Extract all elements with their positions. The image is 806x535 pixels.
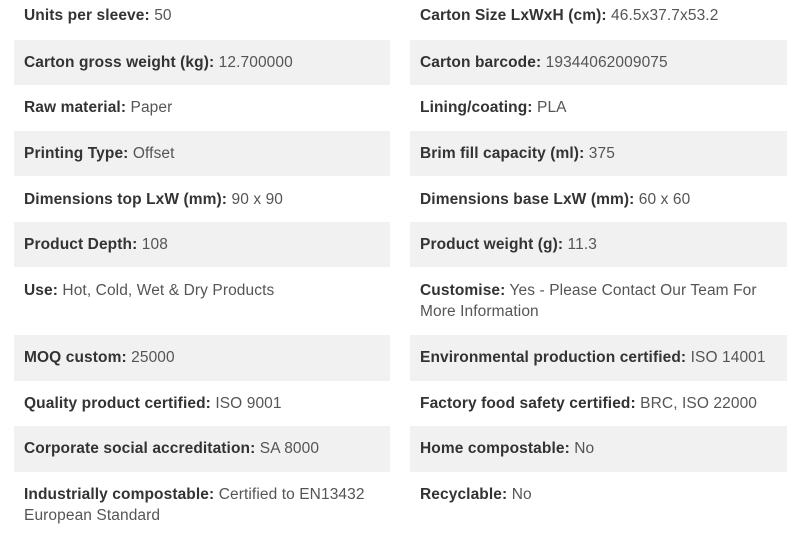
spec-recyclable: Recyclable: No — [410, 472, 787, 535]
spec-value: Paper — [130, 99, 173, 116]
spec-dimensions-base: Dimensions base LxW (mm): 60 x 60 — [410, 176, 787, 222]
spec-label: Home compostable: — [420, 440, 570, 457]
spec-label: Corporate social accreditation: — [24, 440, 256, 457]
spec-label: Carton gross weight (kg): — [24, 54, 215, 71]
spec-value: PLA — [537, 99, 567, 116]
spec-social-accreditation: Corporate social accreditation: SA 8000 — [14, 426, 390, 472]
spec-label: Printing Type: — [24, 145, 129, 162]
spec-label: Carton Size LxWxH (cm): — [420, 7, 607, 24]
spec-value: 12.700000 — [218, 54, 293, 71]
spec-food-safety-certified: Factory food safety certified: BRC, ISO … — [410, 381, 787, 426]
spec-label: MOQ custom: — [24, 349, 127, 366]
spec-value: 375 — [588, 145, 615, 162]
spec-value: No — [511, 486, 532, 503]
spec-label: Dimensions base LxW (mm): — [420, 191, 635, 208]
spec-label: Lining/coating: — [420, 99, 533, 116]
spec-value: 50 — [154, 7, 172, 24]
spec-label: Dimensions top LxW (mm): — [24, 191, 228, 208]
spec-label: Raw material: — [24, 99, 127, 116]
spec-label: Product Depth: — [24, 236, 138, 253]
spec-moq-custom: MOQ custom: 25000 — [14, 335, 390, 381]
spec-value: 108 — [141, 236, 168, 253]
spec-label: Factory food safety certified: — [420, 395, 636, 412]
spec-value: 25000 — [131, 349, 175, 366]
spec-environmental-certified: Environmental production certified: ISO … — [410, 335, 787, 381]
spec-value: 46.5x37.7x53.2 — [611, 7, 719, 24]
spec-value: 19344062009075 — [545, 54, 668, 71]
spec-carton-gross-weight: Carton gross weight (kg): 12.700000 — [14, 40, 390, 85]
spec-value: Offset — [132, 145, 175, 162]
spec-use: Use: Hot, Cold, Wet & Dry Products — [14, 267, 390, 335]
spec-industrially-compostable: Industrially compostable: Certified to E… — [14, 472, 390, 535]
spec-product-weight: Product weight (g): 11.3 — [410, 222, 787, 267]
spec-carton-barcode: Carton barcode: 19344062009075 — [410, 40, 787, 85]
spec-units-per-sleeve: Units per sleeve: 50 — [14, 0, 390, 40]
spec-label: Brim fill capacity (ml): — [420, 145, 585, 162]
spec-value: 60 x 60 — [638, 191, 691, 208]
spec-brim-fill-capacity: Brim fill capacity (ml): 375 — [410, 131, 787, 176]
spec-value: Hot, Cold, Wet & Dry Products — [62, 282, 275, 299]
spec-value: 90 x 90 — [231, 191, 284, 208]
spec-label: Customise: — [420, 282, 506, 299]
spec-label: Units per sleeve: — [24, 7, 150, 24]
spec-dimensions-top: Dimensions top LxW (mm): 90 x 90 — [14, 176, 390, 222]
spec-home-compostable: Home compostable: No — [410, 426, 787, 472]
spec-value: ISO 9001 — [215, 395, 282, 412]
spec-label: Quality product certified: — [24, 395, 211, 412]
spec-label: Use: — [24, 282, 58, 299]
spec-value: ISO 14001 — [690, 349, 766, 366]
spec-raw-material: Raw material: Paper — [14, 85, 390, 131]
spec-value: BRC, ISO 22000 — [640, 395, 758, 412]
spec-quality-certified: Quality product certified: ISO 9001 — [14, 381, 390, 426]
spec-customise: Customise: Yes - Please Contact Our Team… — [410, 267, 787, 335]
spec-label: Recyclable: — [420, 486, 508, 503]
spec-printing-type: Printing Type: Offset — [14, 131, 390, 176]
spec-label: Carton barcode: — [420, 54, 542, 71]
spec-lining-coating: Lining/coating: PLA — [410, 85, 787, 131]
product-spec-table: Units per sleeve: 50 Carton Size LxWxH (… — [0, 0, 806, 535]
spec-label: Product weight (g): — [420, 236, 564, 253]
spec-product-depth: Product Depth: 108 — [14, 222, 390, 267]
spec-label: Industrially compostable: — [24, 486, 215, 503]
spec-label: Environmental production certified: — [420, 349, 687, 366]
spec-carton-size: Carton Size LxWxH (cm): 46.5x37.7x53.2 — [410, 0, 787, 40]
spec-value: 11.3 — [567, 236, 597, 253]
spec-value: No — [574, 440, 595, 457]
spec-value: SA 8000 — [259, 440, 320, 457]
